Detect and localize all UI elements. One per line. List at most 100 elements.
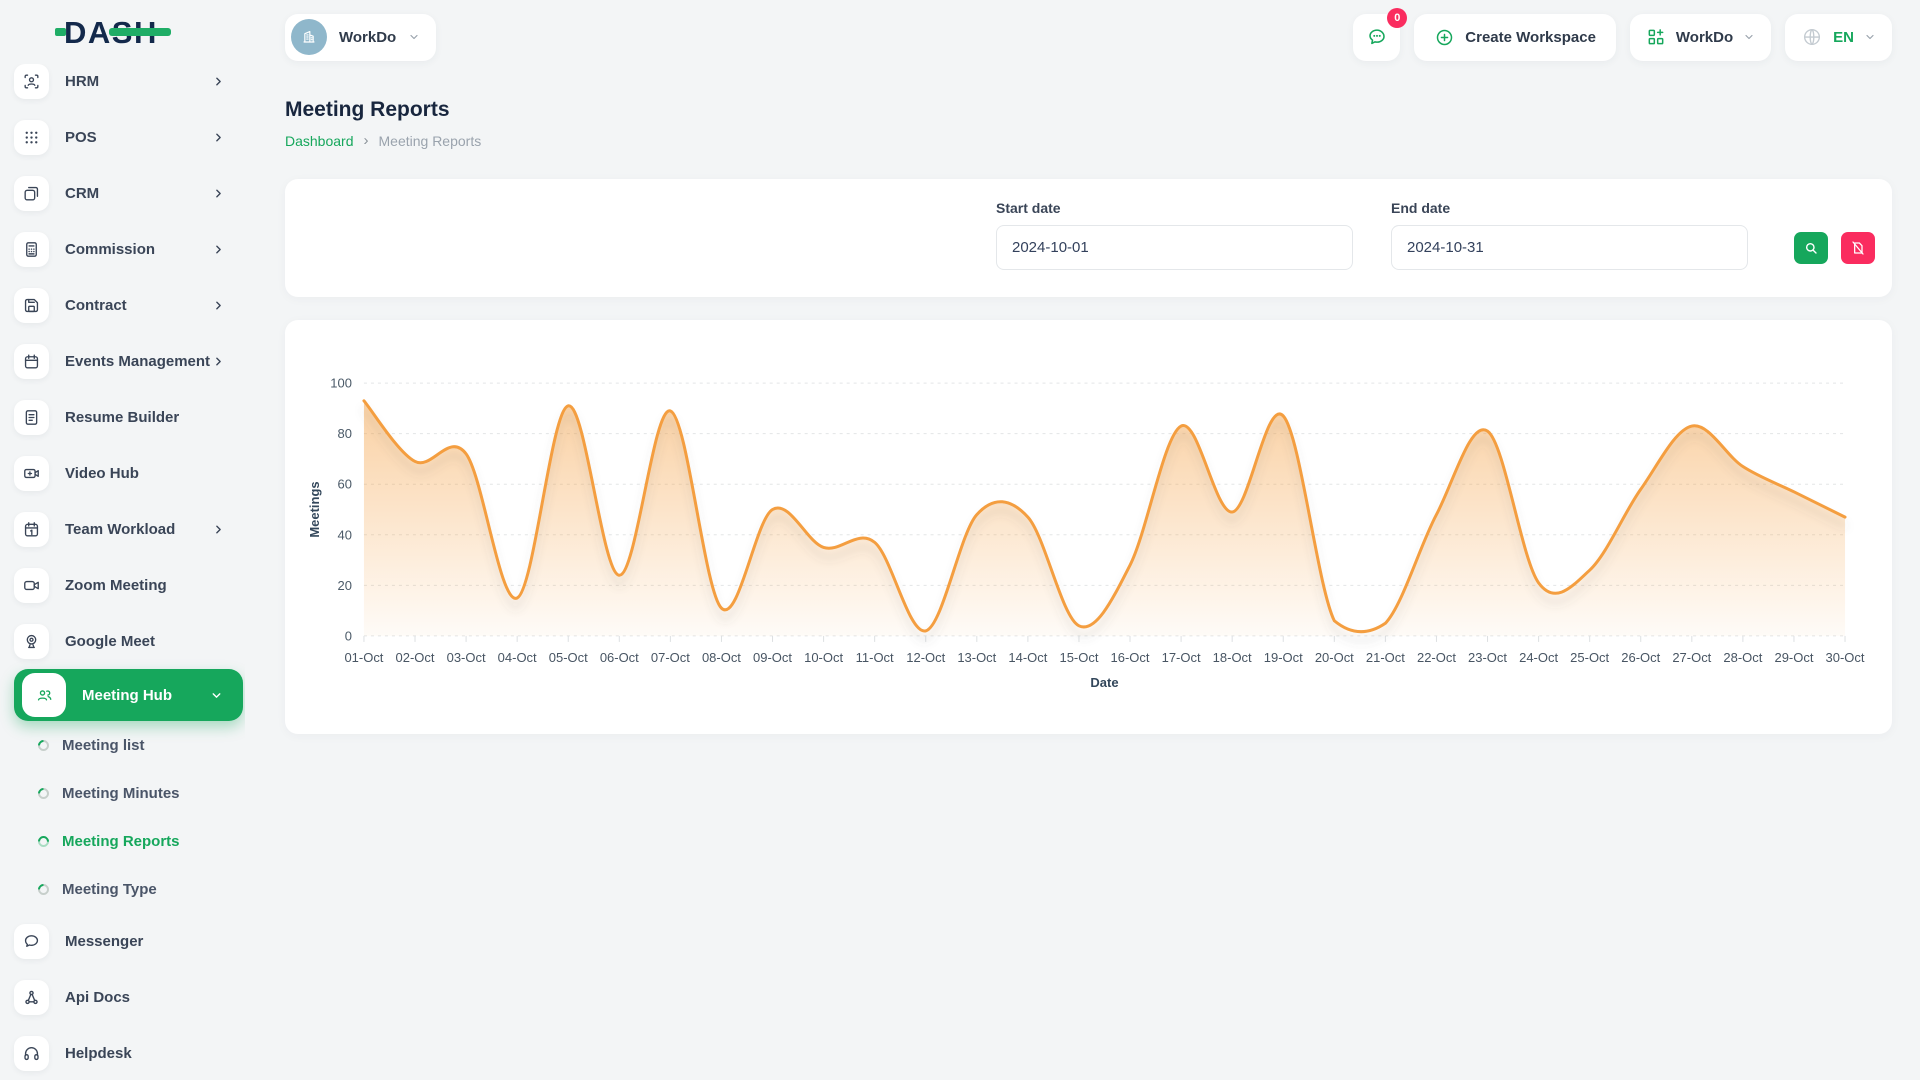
sidebar-item-api-docs[interactable]: Api Docs [0, 969, 245, 1025]
apply-filter-button[interactable] [1794, 232, 1828, 264]
events-icon [14, 344, 49, 379]
sidebar-item-team-workload[interactable]: Team Workload [0, 501, 245, 557]
svg-text:18-Oct: 18-Oct [1213, 650, 1252, 665]
chevron-down-icon [1864, 31, 1876, 43]
chevron-down-icon [1743, 31, 1755, 43]
sidebar-nav: HRMPOSCRMCommissionContractEvents Manage… [0, 53, 245, 1080]
workspace-selector[interactable]: WorkDo [285, 14, 436, 61]
sidebar-item-label: CRM [65, 185, 212, 202]
language-code: EN [1833, 29, 1854, 46]
page-title: Meeting Reports [285, 98, 1892, 122]
reset-filter-button[interactable] [1841, 232, 1875, 264]
sidebar-item-zoom-meeting[interactable]: Zoom Meeting [0, 557, 245, 613]
sidebar-subitem-meeting-reports[interactable]: Meeting Reports [0, 817, 245, 865]
messenger-icon [14, 924, 49, 959]
sidebar-item-label: Messenger [65, 933, 225, 950]
video-hub-icon [14, 456, 49, 491]
main-area: WorkDo 0 Create Workspace [245, 0, 1920, 1080]
bullet-icon [36, 833, 52, 849]
sidebar-subitem-label: Meeting Minutes [62, 785, 180, 802]
sidebar-item-label: POS [65, 129, 212, 146]
workspace-avatar [291, 19, 327, 55]
sidebar-subitem-meeting-minutes[interactable]: Meeting Minutes [0, 769, 245, 817]
chevron-right-icon [212, 187, 225, 200]
meetings-area-chart: 02040608010001-Oct02-Oct03-Oct04-Oct05-O… [285, 320, 1892, 734]
hrm-icon [14, 64, 49, 99]
svg-text:27-Oct: 27-Oct [1672, 650, 1711, 665]
commission-icon [14, 232, 49, 267]
breadcrumb: Dashboard › Meeting Reports [285, 132, 1892, 149]
sidebar-item-events-management[interactable]: Events Management [0, 333, 245, 389]
chevron-right-icon [212, 243, 225, 256]
sidebar-item-contract[interactable]: Contract [0, 277, 245, 333]
building-icon [299, 27, 319, 47]
file-slash-icon [1850, 240, 1866, 256]
svg-text:17-Oct: 17-Oct [1162, 650, 1201, 665]
messages-button[interactable]: 0 [1353, 14, 1400, 61]
svg-text:24-Oct: 24-Oct [1519, 650, 1558, 665]
sidebar-item-messenger[interactable]: Messenger [0, 913, 245, 969]
sidebar: DASH HRMPOSCRMCommissionContractEvents M… [0, 0, 245, 1080]
svg-text:23-Oct: 23-Oct [1468, 650, 1507, 665]
chart-card: 02040608010001-Oct02-Oct03-Oct04-Oct05-O… [285, 320, 1892, 734]
breadcrumb-dashboard-link[interactable]: Dashboard [285, 133, 354, 149]
logo-bar: DASH [0, 0, 245, 64]
svg-text:11-Oct: 11-Oct [856, 650, 894, 665]
chevron-right-icon [212, 299, 225, 312]
chevron-right-icon [212, 523, 225, 536]
filter-actions [1794, 232, 1875, 264]
sidebar-item-video-hub[interactable]: Video Hub [0, 445, 245, 501]
sidebar-item-resume-builder[interactable]: Resume Builder [0, 389, 245, 445]
sidebar-item-label: Resume Builder [65, 409, 225, 426]
brand-logo[interactable]: DASH [64, 17, 158, 48]
sidebar-item-label: Helpdesk [65, 1045, 225, 1062]
svg-text:0: 0 [345, 628, 352, 643]
create-workspace-button[interactable]: Create Workspace [1414, 14, 1616, 61]
svg-text:04-Oct: 04-Oct [498, 650, 537, 665]
svg-text:29-Oct: 29-Oct [1774, 650, 1813, 665]
start-date-input[interactable] [996, 225, 1353, 270]
chat-bubble-icon [1366, 26, 1388, 48]
sidebar-subitem-meeting-type[interactable]: Meeting Type [0, 865, 245, 913]
workdo-menu[interactable]: WorkDo [1630, 14, 1771, 61]
zoom-meeting-icon [14, 568, 49, 603]
google-meet-icon [14, 624, 49, 659]
sidebar-item-commission[interactable]: Commission [0, 221, 245, 277]
sidebar-item-crm[interactable]: CRM [0, 165, 245, 221]
sidebar-subitem-label: Meeting list [62, 737, 145, 754]
sidebar-item-label: Commission [65, 241, 212, 258]
sidebar-item-meeting-hub[interactable]: Meeting Hub [14, 669, 243, 721]
svg-text:60: 60 [338, 477, 352, 492]
svg-text:15-Oct: 15-Oct [1059, 650, 1098, 665]
language-selector[interactable]: EN [1785, 14, 1892, 61]
filter-card: Start date End date [285, 179, 1892, 297]
topbar-right: 0 Create Workspace WorkDo [1353, 14, 1892, 61]
sidebar-item-label: Google Meet [65, 633, 225, 650]
svg-text:30-Oct: 30-Oct [1826, 650, 1865, 665]
sidebar-subitem-meeting-list[interactable]: Meeting list [0, 721, 245, 769]
svg-text:20: 20 [338, 578, 352, 593]
sidebar-subitem-label: Meeting Type [62, 881, 157, 898]
crm-icon [14, 176, 49, 211]
breadcrumb-current: Meeting Reports [379, 133, 482, 149]
team-workload-icon [14, 512, 49, 547]
search-icon [1803, 240, 1819, 256]
svg-text:09-Oct: 09-Oct [753, 650, 792, 665]
svg-text:14-Oct: 14-Oct [1008, 650, 1047, 665]
svg-text:12-Oct: 12-Oct [906, 650, 945, 665]
pos-icon [14, 120, 49, 155]
logo-green-bar-icon [109, 28, 171, 36]
helpdesk-icon [14, 1036, 49, 1071]
sidebar-item-pos[interactable]: POS [0, 109, 245, 165]
svg-text:21-Oct: 21-Oct [1366, 650, 1405, 665]
sidebar-item-google-meet[interactable]: Google Meet [0, 613, 245, 669]
end-date-input[interactable] [1391, 225, 1748, 270]
chevron-right-icon [212, 75, 225, 88]
api-docs-icon [14, 980, 49, 1015]
workspace-name: WorkDo [339, 29, 396, 46]
sidebar-item-helpdesk[interactable]: Helpdesk [0, 1025, 245, 1080]
chevron-down-icon [408, 31, 420, 43]
sidebar-item-label: Meeting Hub [82, 687, 210, 704]
logo-green-dot-icon [55, 28, 66, 36]
notification-badge: 0 [1387, 8, 1407, 28]
